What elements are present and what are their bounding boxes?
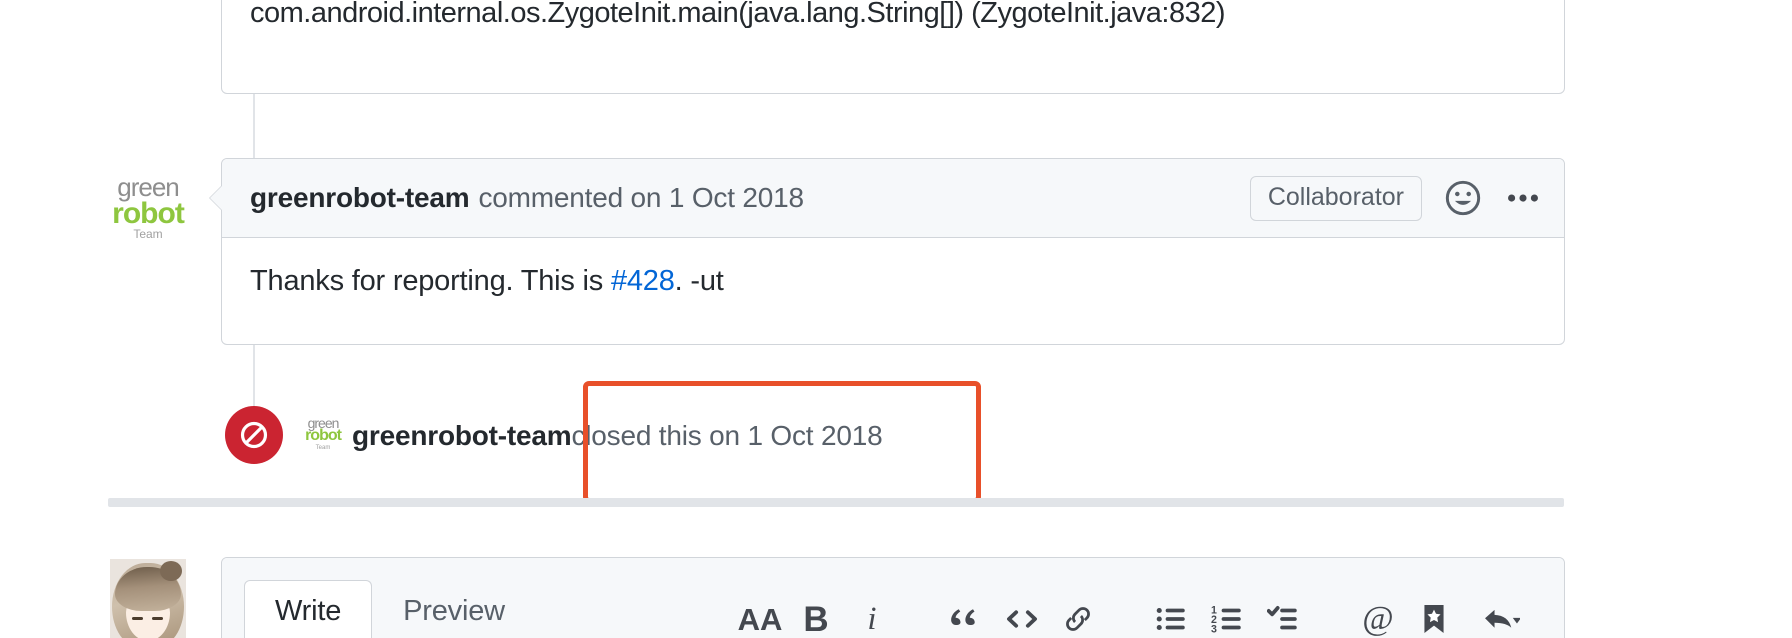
tab-preview[interactable]: Preview <box>372 580 536 638</box>
mini-avatar-text-robot: robot <box>305 427 342 445</box>
status-badge-collaborator: Collaborator <box>1249 175 1422 221</box>
editor-callout-arrow-fill <box>222 584 223 610</box>
issue-reference-link[interactable]: #428 <box>611 265 675 297</box>
svg-text:3: 3 <box>1211 623 1217 635</box>
comment-author[interactable]: greenrobot-team <box>250 182 470 214</box>
comment-text-prefix: Thanks for reporting. This is <box>250 265 611 297</box>
avatar-eye-left <box>132 617 143 620</box>
closed-event-text: greenrobot-teamclosed this on 1 Oct 2018 <box>352 420 883 452</box>
avatar-greenrobot-team[interactable]: green robot Team <box>110 170 186 246</box>
mention-icon[interactable]: @ <box>1350 596 1406 638</box>
closed-state-badge <box>225 406 283 464</box>
timeline-rail-upper <box>253 94 255 158</box>
unordered-list-icon[interactable] <box>1144 596 1200 638</box>
comment-text-suffix: . -ut <box>674 265 724 297</box>
comment-body: Thanks for reporting. This is #428. -ut <box>222 238 1564 326</box>
italic-icon-label: i <box>867 600 877 637</box>
task-list-icon[interactable] <box>1256 596 1312 638</box>
closed-event-action: closed this on 1 Oct 2018 <box>571 420 883 451</box>
avatar-greenrobot-team-small[interactable]: green robot Team <box>303 414 343 454</box>
callout-arrow-fill <box>210 185 223 211</box>
bold-icon[interactable]: B <box>788 596 844 638</box>
link-icon[interactable] <box>1050 596 1106 638</box>
comment-greenrobot-team: greenrobot-team commented on 1 Oct 2018 … <box>209 158 1565 345</box>
code-icon[interactable] <box>994 596 1050 638</box>
timeline-rail-lower <box>253 345 255 413</box>
mini-avatar-text-team: Team <box>315 444 331 451</box>
avatar-text-robot: robot <box>112 196 185 230</box>
saved-replies-icon[interactable] <box>1406 596 1462 638</box>
closed-event-actor[interactable]: greenrobot-team <box>352 420 572 451</box>
log-output-block: 2018-09-29 21:03:05.091 19823-19823/com.… <box>221 0 1565 94</box>
editor-toolbar-row: Write Preview AA B i 1 2 3 @ <box>222 558 1564 638</box>
comment-header: greenrobot-team commented on 1 Oct 2018 … <box>209 159 1564 238</box>
markdown-toolbar: AA B i 1 2 3 @ <box>732 580 1540 638</box>
smiley-icon[interactable] <box>1444 179 1482 217</box>
quote-icon[interactable] <box>938 596 994 638</box>
github-issue-timeline: 2018-09-29 21:03:05.091 19823-19823/com.… <box>0 0 1792 638</box>
log-line-2: com.android.internal.os.ZygoteInit.main(… <box>250 0 1226 29</box>
reply-icon[interactable] <box>1462 596 1540 638</box>
bold-icon-label: B <box>803 599 829 638</box>
kebab-menu-icon[interactable] <box>1504 179 1542 217</box>
comment-header-actions: Collaborator <box>1249 175 1542 221</box>
italic-icon[interactable]: i <box>844 596 900 638</box>
heading-icon-label: AA <box>737 601 783 637</box>
avatar-eye-right <box>152 617 163 620</box>
avatar-current-user[interactable] <box>110 559 186 638</box>
heading-icon[interactable]: AA <box>732 596 788 638</box>
tab-write[interactable]: Write <box>244 580 373 638</box>
comment-timestamp[interactable]: commented on 1 Oct 2018 <box>478 182 804 214</box>
avatar-text-team: Team <box>133 227 163 242</box>
section-divider <box>108 498 1564 507</box>
avatar-hair-bun <box>160 561 182 581</box>
mention-icon-label: @ <box>1362 600 1394 637</box>
new-comment-editor: Write Preview AA B i 1 2 3 @ <box>221 557 1565 638</box>
ordered-list-icon[interactable]: 1 2 3 <box>1200 596 1256 638</box>
